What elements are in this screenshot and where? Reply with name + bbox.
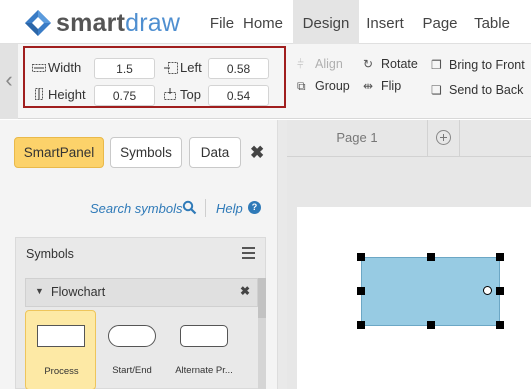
left-position-icon [164,62,178,74]
resize-handle-top[interactable] [427,253,435,261]
menu-design[interactable]: Design [293,0,359,44]
alternate-process-shape-icon [180,325,228,347]
rotation-handle[interactable] [483,286,492,295]
group-label: Group [315,79,350,93]
chevron-left-icon: ‹ [5,67,13,92]
left-input[interactable] [208,58,269,79]
page-tab[interactable]: Page 1 [287,120,428,156]
tab-smartpanel[interactable]: SmartPanel [14,137,104,168]
group-icon: ⧉ [297,79,306,93]
search-icon[interactable] [182,200,197,215]
align-label: Align [315,57,343,71]
width-icon [32,64,46,72]
collapse-panel-button[interactable]: ‹ [0,44,18,119]
resize-handle-bottom[interactable] [427,321,435,329]
resize-handle-bottom-left[interactable] [357,321,365,329]
help-icon[interactable]: ? [248,201,261,214]
design-ribbon: ‹ Width Left Height Top ⫩ Align ⧉ Group ↻ R… [0,44,531,119]
symbol-start-end-label: Start/End [112,365,152,376]
smart-panel: SmartPanel Symbols Data ✖ Search symbols… [0,120,287,389]
library-scroll-thumb[interactable] [258,278,266,318]
help-link[interactable]: Help [216,201,243,216]
search-symbols-link[interactable]: Search symbols [90,201,182,216]
resize-handle-top-left[interactable] [357,253,365,261]
process-shape-icon [37,325,85,347]
app-logo[interactable]: smartdraw [24,9,194,37]
symbol-alternate-process[interactable]: Alternate Pr... [168,310,240,389]
drawing-page[interactable] [297,207,531,389]
width-input[interactable] [94,58,155,79]
symbol-start-end[interactable]: Start/End [102,310,162,389]
smartdraw-diamond-logo-icon [25,10,51,36]
resize-handle-right[interactable] [496,287,504,295]
top-label: Top [180,87,201,102]
flip-icon: ⇹ [363,79,374,93]
terminator-shape-icon [108,325,156,347]
add-page-button[interactable] [428,120,460,156]
send-to-back-label: Send to Back [449,83,524,97]
bring-to-front-label: Bring to Front [449,58,525,72]
bring-to-front-icon: ❐ [431,58,442,72]
flowchart-library-title: Flowchart [51,285,106,299]
caret-down-icon[interactable]: ▼ [35,286,44,296]
flip-label: Flip [381,79,402,93]
rotate-label: Rotate [381,57,418,71]
dimensions-group: Width Left Height Top [23,46,286,108]
height-icon [35,88,43,100]
resize-handle-top-right[interactable] [496,253,504,261]
add-circle-icon [436,130,451,145]
send-to-back-button[interactable]: ❏ Send to Back [431,83,523,97]
logo-wordmark: smartdraw [56,9,181,37]
left-label: Left [180,60,202,75]
close-library-icon[interactable]: ✖ [240,284,250,298]
flip-button[interactable]: ⇹ Flip [363,79,401,93]
panel-scrollbar[interactable] [278,120,287,389]
library-scrollbar[interactable] [258,278,266,389]
height-label: Height [48,87,86,102]
resize-handle-left[interactable] [357,287,365,295]
symbol-process[interactable]: Process [25,310,96,389]
symbol-process-label: Process [44,366,79,377]
symbols-title: Symbols [26,247,74,261]
top-input[interactable] [208,85,269,106]
symbols-library-panel: Symbols ▼ Flowchart ✖ Process Start/End … [15,237,266,389]
menu-home[interactable]: Home [240,0,286,44]
tab-symbols[interactable]: Symbols [110,137,182,168]
height-input[interactable] [94,85,155,106]
send-to-back-icon: ❏ [431,83,442,97]
menu-page[interactable]: Page [420,0,460,44]
menu-insert[interactable]: Insert [363,0,407,44]
page-tabs-divider [287,156,531,157]
rotate-button[interactable]: ↻ Rotate [363,57,418,71]
top-position-icon [164,88,176,100]
width-label: Width [48,60,82,75]
hamburger-menu-icon[interactable] [242,247,255,259]
top-menu-bar: smartdraw File Home Design Insert Page T… [0,0,531,44]
tab-data[interactable]: Data [189,137,241,168]
align-icon: ⫩ [297,57,304,71]
canvas-area: Page 1 [287,120,531,389]
flowchart-library-header[interactable]: ▼ Flowchart ✖ [25,278,258,307]
symbol-alternate-process-label: Alternate Pr... [175,365,233,376]
bring-to-front-button[interactable]: ❐ Bring to Front [431,58,525,72]
link-divider [205,199,206,217]
selected-process-shape[interactable] [361,257,500,326]
group-button[interactable]: ⧉ Group [297,79,350,94]
menu-table[interactable]: Table [472,0,512,44]
resize-handle-bottom-right[interactable] [496,321,504,329]
menu-file[interactable]: File [202,0,242,44]
rotate-icon: ↻ [363,57,374,71]
align-button[interactable]: ⫩ Align [297,57,343,72]
close-panel-icon[interactable]: ✖ [250,143,264,163]
